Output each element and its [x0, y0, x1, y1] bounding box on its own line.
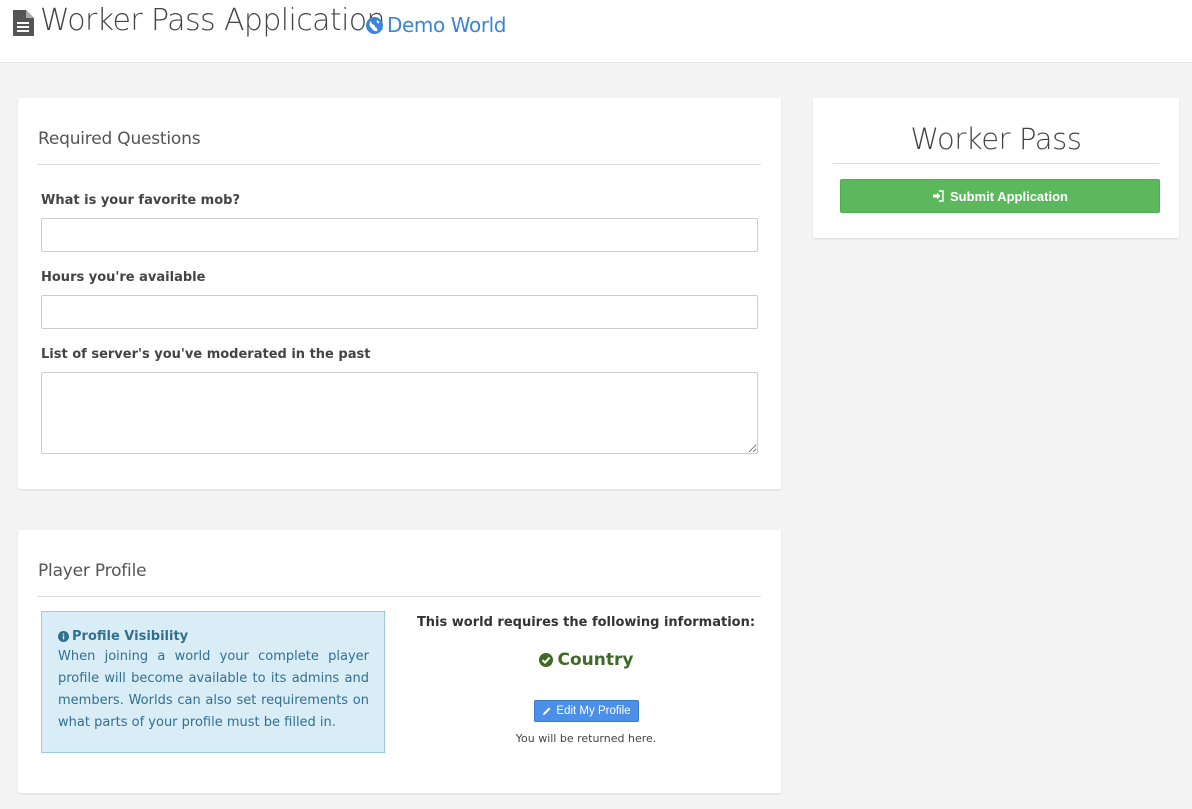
alert-title: Profile Visibility [58, 629, 369, 644]
requirement-item: Country [406, 650, 766, 670]
requirements-heading: This world requires the following inform… [416, 615, 756, 630]
profile-visibility-alert: Profile Visibility When joining a world … [41, 611, 385, 753]
page-title: Worker Pass Application [40, 3, 386, 38]
favorite-mob-input[interactable] [41, 218, 758, 252]
alert-title-text: Profile Visibility [72, 629, 189, 644]
question-label: Hours you're available [41, 270, 206, 285]
divider [38, 596, 761, 597]
world-link[interactable]: Demo World [366, 13, 507, 37]
hours-available-input[interactable] [41, 295, 758, 329]
question-label: What is your favorite mob? [41, 193, 241, 208]
globe-icon [366, 16, 383, 34]
requirement-label: Country [557, 650, 634, 670]
check-circle-icon [538, 653, 553, 667]
section-title: Required Questions [38, 129, 201, 149]
required-questions-panel: Required Questions What is your favorite… [18, 98, 781, 489]
section-title: Player Profile [38, 561, 147, 581]
pencil-icon [543, 707, 551, 715]
player-profile-panel: Player Profile Profile Visibility When j… [18, 530, 781, 793]
divider [833, 163, 1159, 164]
world-link-label: Demo World [387, 13, 507, 37]
question-label: List of server's you've moderated in the… [41, 347, 371, 362]
sidebar-title: Worker Pass [910, 122, 1082, 156]
return-note: You will be returned here. [515, 732, 657, 745]
divider [38, 164, 761, 165]
info-icon [58, 631, 69, 642]
top-bar: Worker Pass Application Demo World [0, 0, 1192, 63]
alert-text: When joining a world your complete playe… [58, 649, 369, 730]
submit-label: Submit Application [950, 188, 1068, 204]
sign-in-icon [933, 190, 944, 202]
edit-profile-button[interactable]: Edit My Profile [534, 700, 639, 722]
edit-profile-label: Edit My Profile [556, 705, 631, 717]
file-icon [13, 10, 34, 36]
moderated-servers-textarea[interactable] [41, 372, 758, 454]
worker-pass-sidebar: Worker Pass Submit Application [813, 98, 1179, 238]
submit-application-button[interactable]: Submit Application [840, 179, 1160, 213]
